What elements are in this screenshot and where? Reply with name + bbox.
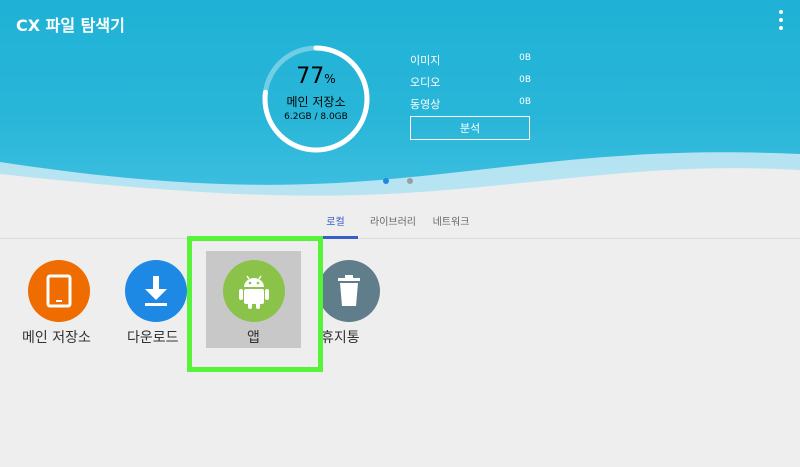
storage-percent: 77% <box>296 64 336 89</box>
page-dot[interactable] <box>407 178 413 184</box>
stat-label: 동영상 <box>410 98 441 111</box>
tile-downloads[interactable]: 다운로드 <box>97 258 187 358</box>
highlight-frame <box>187 236 323 372</box>
tab-bar: 로컬 라이브러리 네트워크 <box>0 205 800 239</box>
storage-label: 메인 저장소 <box>286 95 346 109</box>
tile-label: 메인 저장소 <box>22 330 91 346</box>
tile-main-storage[interactable]: 메인 저장소 <box>0 258 91 358</box>
app-title: CX 파일 탐색기 <box>16 16 125 35</box>
stat-label: 이미지 <box>410 54 441 67</box>
storage-size: 6.2GB / 8.0GB <box>284 112 348 122</box>
tile-label: 휴지통 <box>321 330 360 346</box>
stat-row-video: 동영상 0B <box>410 96 535 118</box>
page-indicator <box>380 178 420 186</box>
stat-value: 0B <box>519 97 531 107</box>
media-stats: 이미지 0B 오디오 0B 동영상 0B <box>410 52 535 118</box>
stat-label: 오디오 <box>410 76 441 89</box>
stat-row-images: 이미지 0B <box>410 52 535 74</box>
analyze-button[interactable]: 분석 <box>410 116 530 140</box>
trash-icon <box>318 260 380 322</box>
header-wave <box>0 152 800 210</box>
page-dot-active <box>383 178 389 184</box>
overflow-menu-icon[interactable] <box>774 10 788 30</box>
stat-row-audio: 오디오 0B <box>410 74 535 96</box>
tile-label: 다운로드 <box>127 330 179 346</box>
tab-library[interactable]: 라이브러리 <box>365 213 421 228</box>
stat-value: 0B <box>519 75 531 85</box>
stat-value: 0B <box>519 53 531 63</box>
tab-local[interactable]: 로컬 <box>313 213 358 228</box>
tab-network[interactable]: 네트워크 <box>428 213 474 228</box>
tablet-icon <box>28 260 90 322</box>
download-icon <box>125 260 187 322</box>
